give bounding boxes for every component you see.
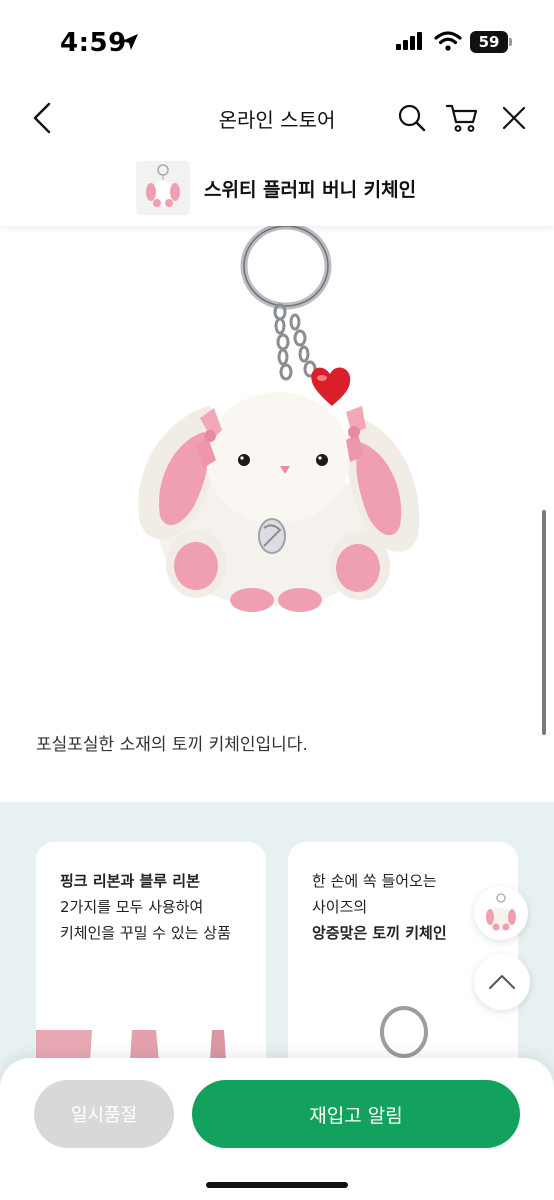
card-line: 앙증맞은 토끼 키체인 <box>312 924 447 942</box>
feature-card: 핑크 리본과 블루 리본 2가지를 모두 사용하여 키체인을 꾸밀 수 있는 상… <box>36 842 266 1082</box>
card-line: 키체인을 꾸밀 수 있는 상품 <box>60 924 231 942</box>
scrollbar[interactable] <box>542 510 546 735</box>
status-time: 4:59 <box>60 28 127 58</box>
close-icon <box>502 106 526 130</box>
product-description: 포실포실한 소재의 토끼 키체인입니다. <box>36 735 308 755</box>
bottom-action-bar: 일시품절 재입고 알림 <box>0 1058 554 1200</box>
product-thumbnail[interactable] <box>136 161 190 215</box>
search-icon <box>398 104 426 132</box>
battery-tip <box>509 38 512 46</box>
close-button[interactable] <box>494 98 534 138</box>
card-line: 핑크 리본과 블루 리본 <box>60 872 200 890</box>
status-bar: 4:59 59 <box>0 0 554 84</box>
location-arrow-icon <box>122 34 138 50</box>
chevron-up-icon <box>489 975 515 989</box>
card-line: 사이즈의 <box>312 898 368 916</box>
product-image <box>0 226 554 706</box>
top-nav: 온라인 스토어 <box>0 84 554 154</box>
cart-button[interactable] <box>442 98 482 138</box>
search-button[interactable] <box>392 98 432 138</box>
soldout-button[interactable]: 일시품절 <box>34 1080 174 1148</box>
product-name: 스위티 플러피 버니 키체인 <box>204 179 417 201</box>
restock-alert-button[interactable]: 재입고 알림 <box>192 1080 520 1148</box>
battery-icon: 59 <box>470 31 508 53</box>
scroll-top-button[interactable] <box>474 954 530 1010</box>
floating-product-thumbnail[interactable] <box>474 886 528 940</box>
card-line: 한 손에 쏙 들어오는 <box>312 872 437 890</box>
product-strip: 스위티 플러피 버니 키체인 <box>0 154 554 226</box>
card-line: 2가지를 모두 사용하여 <box>60 898 204 916</box>
home-indicator[interactable] <box>206 1182 348 1188</box>
cart-icon <box>445 104 478 132</box>
wifi-icon <box>434 31 462 51</box>
signal-icon <box>396 32 422 50</box>
